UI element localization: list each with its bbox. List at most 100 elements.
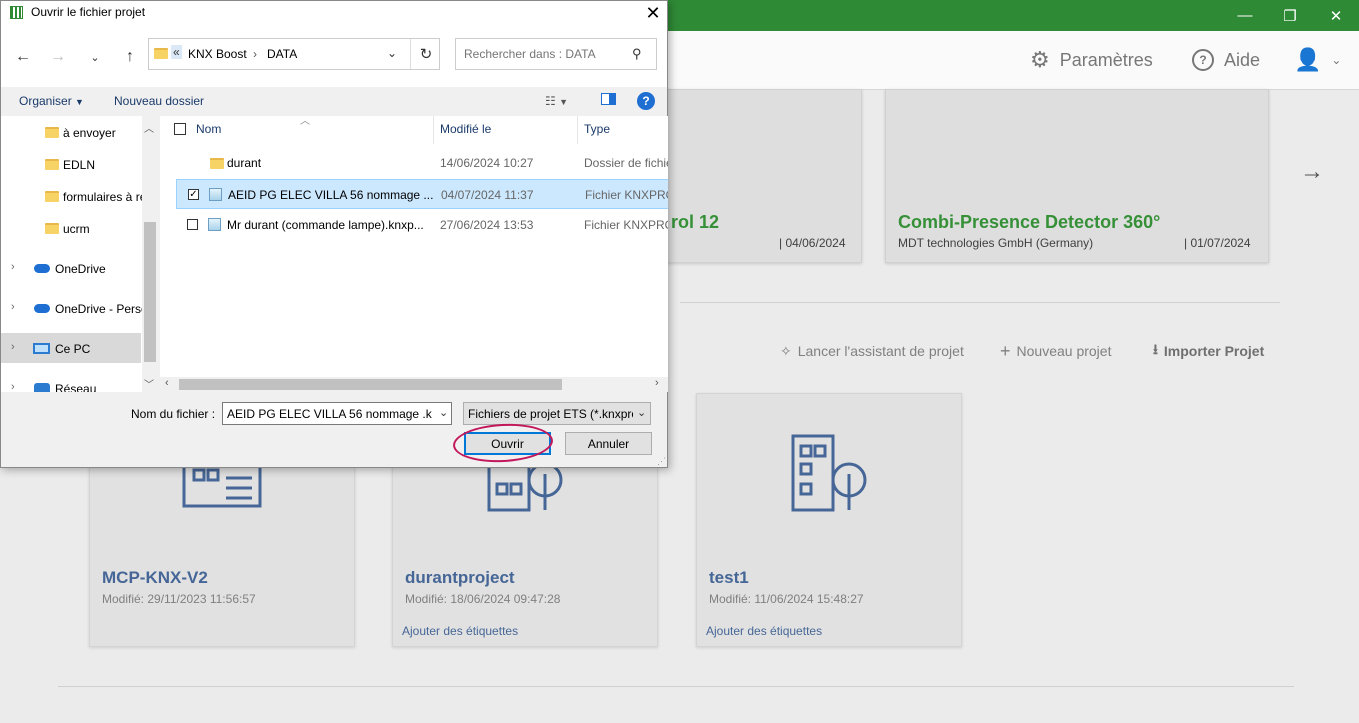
breadcrumb-data[interactable]: DATA: [267, 47, 297, 61]
column-separator[interactable]: [433, 116, 434, 144]
filename-label: Nom du fichier :: [131, 407, 216, 421]
cancel-button[interactable]: Annuler: [565, 432, 652, 455]
new-project-button[interactable]: + Nouveau projet: [1000, 341, 1111, 361]
add-tags-link[interactable]: Ajouter des étiquettes: [706, 624, 822, 638]
scroll-down-icon[interactable]: ﹀: [144, 376, 154, 391]
scrollbar-thumb[interactable]: [179, 379, 562, 390]
project-card[interactable]: test1 Modifié: 11/06/2024 15:48:27 Ajout…: [696, 393, 962, 647]
file-type-filter[interactable]: Fichiers de projet ETS (*.knxproj) ⌄: [463, 402, 651, 425]
up-arrow-icon[interactable]: ↑: [120, 47, 140, 67]
project-modified: Modifié: 18/06/2024 09:47:28: [405, 592, 561, 606]
nav-item-ce-pc[interactable]: › Ce PC: [1, 333, 141, 363]
cloud-icon: [34, 304, 50, 313]
scrollbar-thumb[interactable]: [144, 222, 156, 362]
filename-field[interactable]: AEID PG ELEC VILLA 56 nommage .knxproj ⌄: [222, 402, 452, 425]
scroll-up-icon[interactable]: ︿: [144, 120, 154, 135]
organize-label: Organiser: [19, 94, 72, 108]
settings-label: Paramètres: [1059, 49, 1153, 70]
chevron-down-icon[interactable]: ⌄: [637, 406, 646, 419]
project-modified: Modifié: 11/06/2024 15:48:27: [709, 592, 864, 606]
arrow-right-icon[interactable]: →: [1300, 158, 1324, 186]
chevron-right-icon[interactable]: ›: [11, 381, 15, 392]
new-folder-button[interactable]: Nouveau dossier: [114, 94, 204, 108]
search-box[interactable]: ⚲: [455, 38, 657, 70]
import-project-button[interactable]: ⭳ Importer Projet: [1153, 341, 1264, 360]
search-input[interactable]: [464, 47, 629, 61]
nav-scrollbar[interactable]: ︿ ﹀: [142, 116, 158, 392]
column-name[interactable]: Nom: [196, 122, 221, 136]
select-all-cell: [160, 116, 654, 144]
question-icon: ?: [1192, 49, 1214, 71]
resize-grip-icon[interactable]: ⋰: [657, 456, 666, 467]
filename-value[interactable]: AEID PG ELEC VILLA 56 nommage .knxproj: [227, 407, 432, 421]
folder-icon: [45, 223, 59, 234]
help-icon[interactable]: ?: [637, 92, 655, 110]
knxproj-file-icon: [209, 188, 222, 201]
nav-item-formulaires[interactable]: formulaires à re: [1, 181, 146, 211]
file-type-filter-value: Fichiers de projet ETS (*.knxproj): [468, 407, 633, 421]
cloud-icon: [34, 264, 50, 273]
user-menu[interactable]: 👤 ⌄: [1294, 45, 1341, 75]
dialog-title-bar[interactable]: Ouvrir le fichier projet ✕: [1, 1, 667, 25]
add-tags-link[interactable]: Ajouter des étiquettes: [402, 624, 518, 638]
chevron-down-icon[interactable]: ⌄: [387, 46, 397, 60]
project-wizard-button[interactable]: ✧ Lancer l'assistant de projet: [780, 342, 964, 360]
row-checkbox[interactable]: ✓: [188, 189, 199, 200]
chevron-right-icon[interactable]: ›: [11, 261, 15, 273]
back-arrow-icon[interactable]: ←: [13, 47, 33, 67]
chevron-down-icon[interactable]: ⌄: [439, 406, 448, 419]
file-name: Mr durant (commande lampe).knxp...: [227, 218, 424, 232]
organize-menu[interactable]: Organiser ▼: [19, 94, 84, 108]
chevron-right-icon[interactable]: ›: [11, 301, 15, 313]
address-overflow-chevron[interactable]: «: [171, 45, 182, 59]
project-name: MCP-KNX-V2: [102, 568, 208, 587]
file-row-aeid-villa-56[interactable]: ✓ AEID PG ELEC VILLA 56 nommage .... 04/…: [176, 179, 668, 209]
file-name: durant: [227, 156, 262, 170]
file-name: AEID PG ELEC VILLA 56 nommage ....: [228, 188, 433, 202]
computer-icon: [33, 343, 50, 354]
search-icon[interactable]: ⚲: [632, 46, 642, 62]
featured-card[interactable]: Combi-Presence Detector 360° MDT technol…: [885, 89, 1269, 263]
scroll-right-icon[interactable]: ›: [655, 377, 659, 389]
refresh-icon[interactable]: ↻: [410, 39, 441, 69]
column-separator[interactable]: [577, 116, 578, 144]
file-list: Nom ︿ Modifié le Type durant 14/06/2024 …: [160, 116, 668, 392]
settings-button[interactable]: ⚙ Paramètres: [1030, 45, 1153, 75]
dialog-title: Ouvrir le fichier projet: [31, 5, 146, 19]
recent-locations-chevron-icon[interactable]: ⌄: [85, 47, 105, 67]
file-row-durant[interactable]: durant 14/06/2024 10:27 Dossier de fichi…: [176, 148, 668, 178]
horizontal-scrollbar[interactable]: ‹ ›: [160, 377, 668, 392]
column-modified[interactable]: Modifié le: [440, 122, 491, 136]
row-checkbox[interactable]: [187, 219, 198, 230]
project-wizard-label: Lancer l'assistant de projet: [797, 343, 964, 359]
navigation-bar: ← → ⌄ ↑ « KNX Boost › DATA ⌄ ↻ ⚲: [1, 25, 667, 87]
featured-date: | 01/07/2024: [1184, 236, 1251, 250]
preview-pane-icon[interactable]: [601, 93, 616, 108]
chevron-right-icon[interactable]: ›: [11, 341, 15, 353]
help-label: Aide: [1224, 49, 1261, 70]
help-button[interactable]: ? Aide: [1192, 45, 1260, 75]
restore-icon[interactable]: ❐: [1267, 0, 1313, 31]
minimize-icon[interactable]: —: [1222, 0, 1268, 31]
scroll-left-icon[interactable]: ‹: [165, 377, 169, 389]
column-type[interactable]: Type: [584, 122, 610, 136]
download-icon: ⭳: [1153, 341, 1158, 357]
view-options-icon[interactable]: ☷ ▼: [545, 94, 568, 108]
breadcrumb-knx-boost[interactable]: KNX Boost: [188, 47, 247, 61]
close-icon[interactable]: ✕: [641, 2, 665, 24]
nav-item-reseau[interactable]: › Réseau: [1, 373, 141, 392]
nav-item-a-envoyer[interactable]: à envoyer: [1, 117, 141, 147]
nav-item-label: Réseau: [55, 382, 97, 392]
select-all-checkbox[interactable]: [174, 123, 186, 135]
file-modified: 27/06/2024 13:53: [440, 218, 534, 232]
address-bar[interactable]: « KNX Boost › DATA ⌄ ↻: [148, 38, 440, 70]
nav-item-edln[interactable]: EDLN: [1, 149, 141, 179]
featured-subtitle: MDT technologies GmbH (Germany): [898, 236, 1094, 250]
forward-arrow-icon[interactable]: →: [48, 47, 68, 67]
nav-item-onedrive-perso[interactable]: › OneDrive - Perso: [1, 293, 148, 323]
file-row-mr-durant[interactable]: Mr durant (commande lampe).knxp... 27/06…: [176, 210, 668, 240]
nav-item-onedrive[interactable]: › OneDrive: [1, 253, 141, 283]
close-app-icon[interactable]: ✕: [1313, 0, 1359, 31]
nav-item-label: ucrm: [63, 222, 90, 236]
nav-item-ucrm[interactable]: ucrm: [1, 213, 141, 243]
